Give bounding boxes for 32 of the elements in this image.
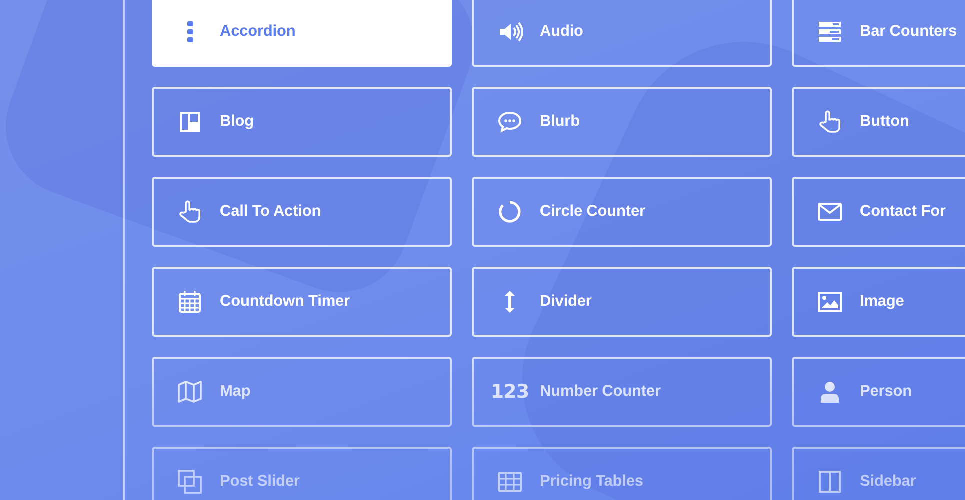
module-card[interactable]: Button (792, 87, 965, 157)
folded-map-icon (177, 379, 203, 405)
module-card[interactable]: 123 Number Counter (472, 357, 772, 427)
module-card[interactable]: Divider (472, 267, 772, 337)
pointing-hand-icon (817, 109, 843, 135)
module-card[interactable]: Countdown Timer (152, 267, 452, 337)
module-card[interactable]: Sidebar (792, 447, 965, 500)
module-card[interactable]: Post Slider (152, 447, 452, 500)
module-card[interactable]: Image (792, 267, 965, 337)
speech-bubble-icon (497, 109, 523, 135)
module-card[interactable]: Person (792, 357, 965, 427)
module-card[interactable]: Contact For (792, 177, 965, 247)
stacked-pages-icon (177, 469, 203, 495)
module-card[interactable]: Map (152, 357, 452, 427)
two-column-icon (817, 469, 843, 495)
stacked-bars-icon (817, 19, 843, 45)
module-card[interactable]: Circle Counter (472, 177, 772, 247)
pointing-hand-icon (177, 199, 203, 225)
number-glyph-icon: 123 (490, 381, 530, 403)
module-card[interactable]: Blurb (472, 87, 772, 157)
table-grid-icon (497, 469, 523, 495)
vertical-dots-icon (186, 21, 194, 43)
ring-icon (497, 199, 523, 225)
module-card[interactable]: Accordion (152, 0, 452, 67)
module-card[interactable]: Bar Counters (792, 0, 965, 67)
image-icon (817, 289, 843, 315)
calendar-icon (177, 289, 203, 315)
module-card[interactable]: Audio (472, 0, 772, 67)
module-card[interactable]: Pricing Tables (472, 447, 772, 500)
layout-icon (177, 109, 203, 135)
module-card[interactable]: Blog (152, 87, 452, 157)
module-card[interactable]: Call To Action (152, 177, 452, 247)
